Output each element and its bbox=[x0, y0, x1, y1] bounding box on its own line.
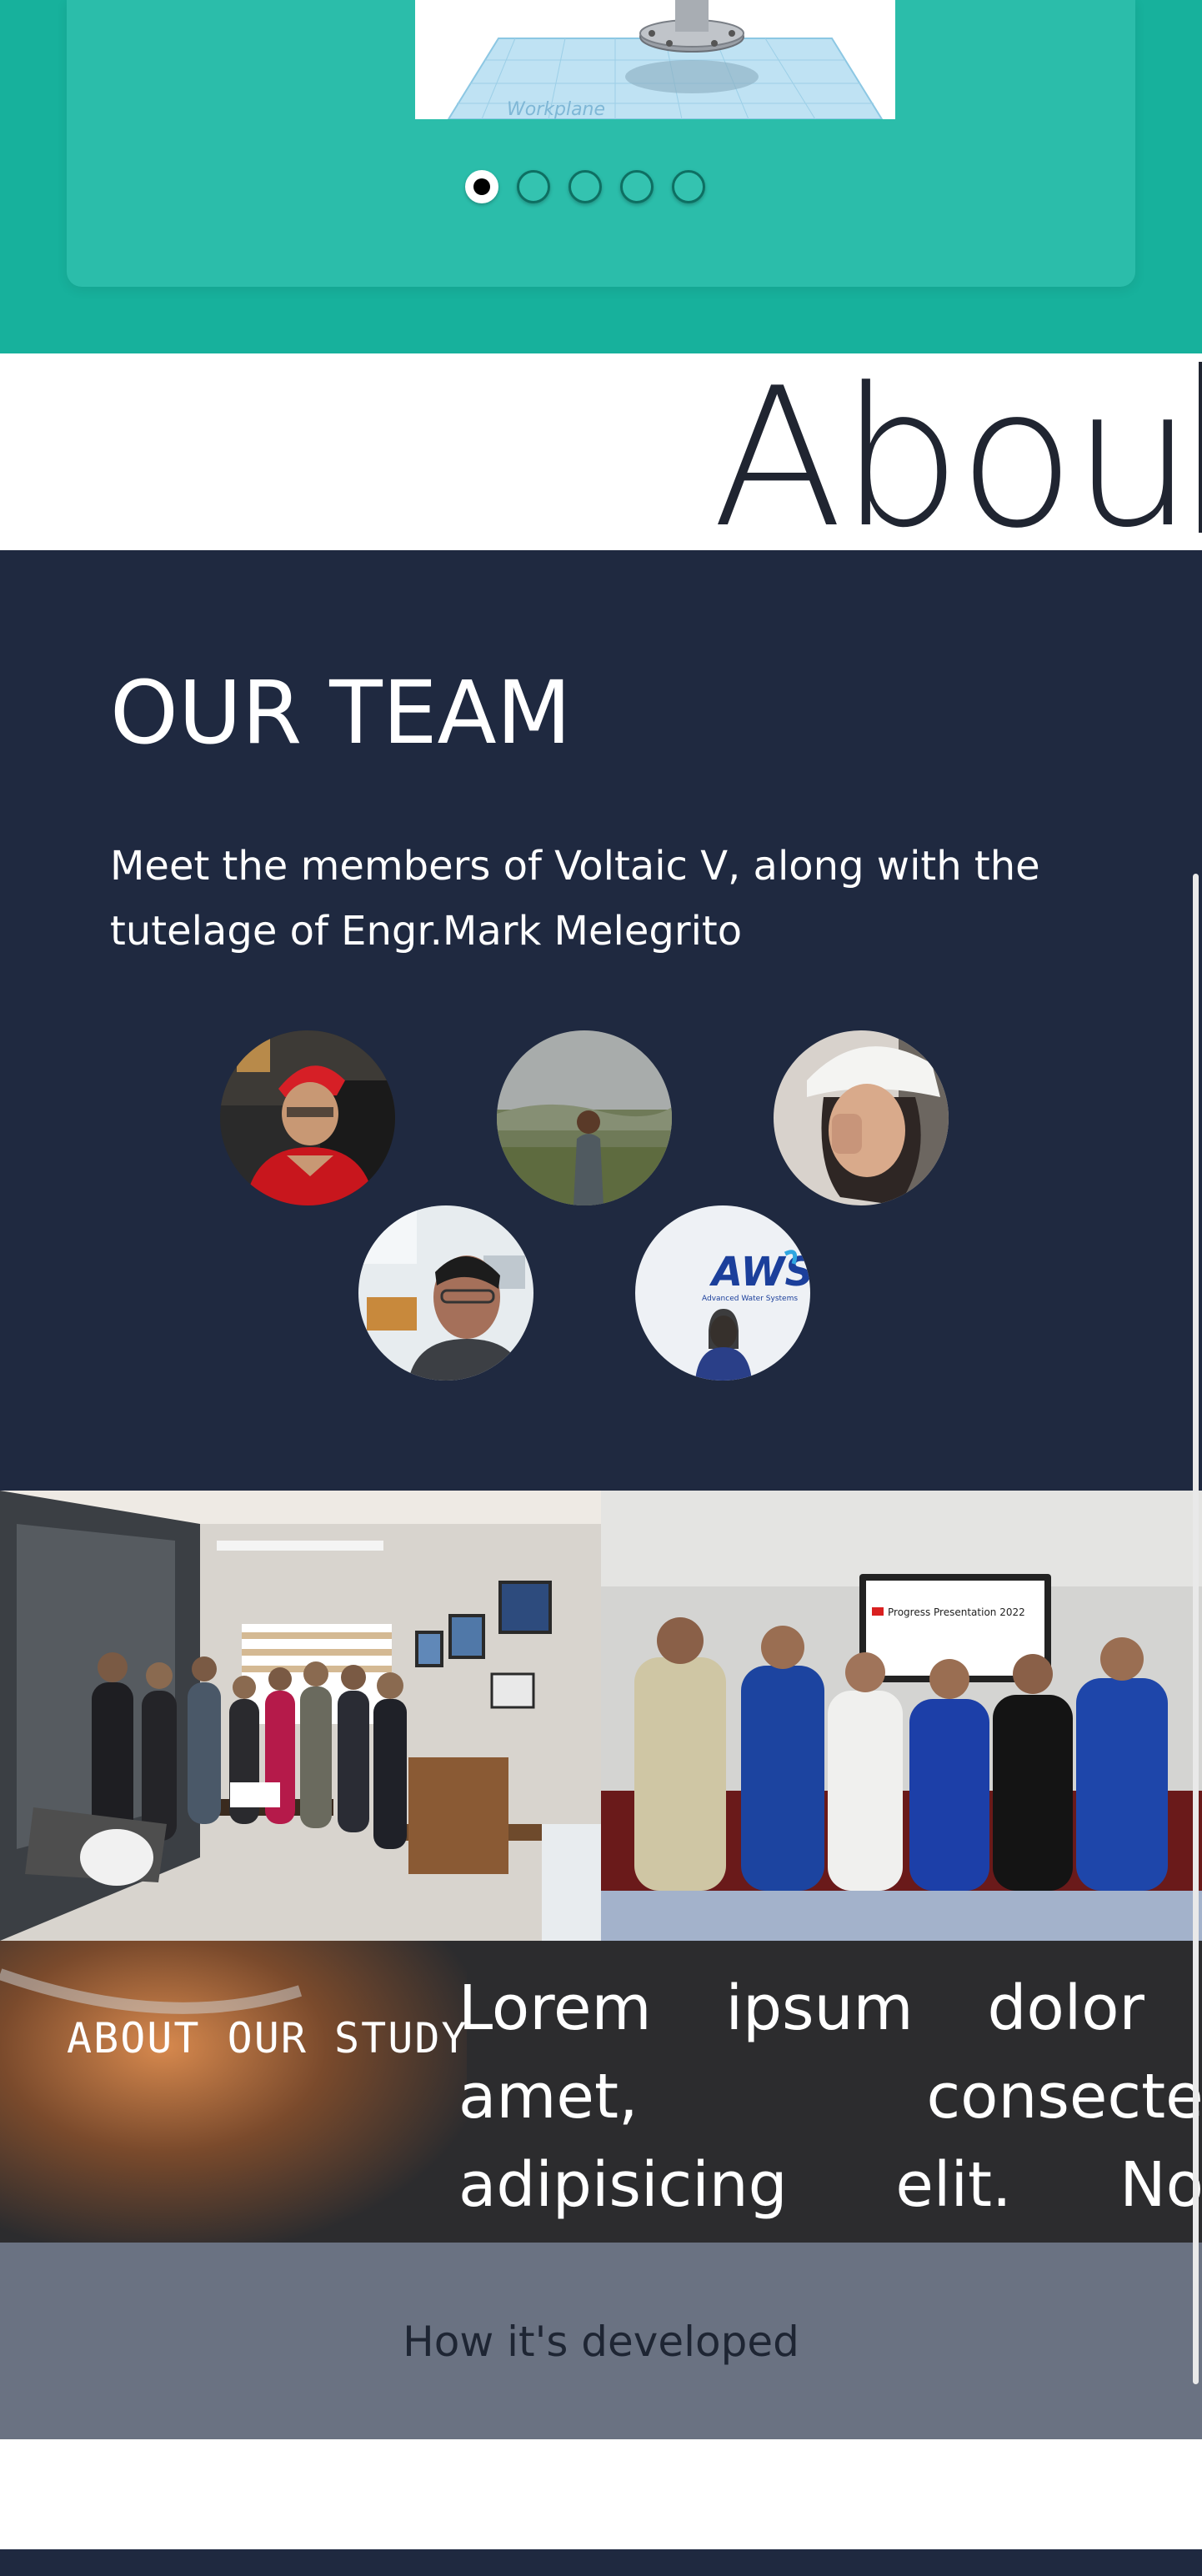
about-heading: Abou bbox=[712, 362, 1202, 550]
member-photo-5: AWS Advanced Water Systems bbox=[635, 1205, 810, 1381]
carousel-dot-4[interactable] bbox=[620, 170, 654, 203]
group-photo-presentation: Progress Presentation 2022 bbox=[601, 1491, 1202, 1891]
team-member-avatar-4[interactable] bbox=[358, 1205, 533, 1381]
study-background-image bbox=[0, 1941, 467, 2243]
carousel-dot-2[interactable] bbox=[517, 170, 550, 203]
team-title: OUR TEAM bbox=[110, 662, 572, 764]
typing-caret bbox=[1199, 362, 1202, 533]
svg-text:Workplane: Workplane bbox=[507, 99, 605, 119]
team-member-avatar-3[interactable] bbox=[774, 1030, 949, 1205]
study-text: Lorem ipsum dolor sit amet, consectetur … bbox=[458, 1972, 1202, 2243]
developed-label: How it's developed bbox=[403, 2318, 799, 2366]
carousel-dot-5[interactable] bbox=[672, 170, 705, 203]
carousel-slide-image[interactable]: Workplane bbox=[415, 0, 895, 119]
about-heading-section: Abou bbox=[0, 353, 1202, 550]
carousel-card: Workplane bbox=[67, 0, 1135, 287]
member-photo-4 bbox=[358, 1205, 533, 1381]
carousel-dot-3[interactable] bbox=[568, 170, 602, 203]
member-photo-1 bbox=[220, 1030, 395, 1205]
carousel-dot-1[interactable] bbox=[465, 170, 498, 203]
team-member-avatar-1[interactable] bbox=[220, 1030, 395, 1205]
developed-section: How it's developed bbox=[0, 2243, 1202, 2439]
svg-text:Progress Presentation 2022: Progress Presentation 2022 bbox=[888, 1606, 1025, 1618]
member-photo-3 bbox=[774, 1030, 949, 1205]
image-carousel-section: Workplane bbox=[0, 0, 1202, 353]
carousel-dots bbox=[465, 170, 705, 203]
scrollbar[interactable] bbox=[1193, 874, 1199, 2384]
svg-text:Advanced Water Systems: Advanced Water Systems bbox=[702, 1295, 798, 1303]
footer-strip bbox=[0, 2549, 1202, 2576]
study-title: ABOUT OUR STUDY bbox=[67, 2014, 468, 2062]
team-section: OUR TEAM Meet the members of Voltaic V, … bbox=[0, 550, 1202, 1491]
presentation-photo-image: Progress Presentation 2022 bbox=[601, 1491, 1202, 1891]
group-photo-office bbox=[0, 1491, 601, 1941]
workplane-model-image: Workplane bbox=[447, 0, 884, 119]
team-member-avatar-5[interactable]: AWS Advanced Water Systems bbox=[635, 1205, 810, 1381]
team-member-avatar-2[interactable] bbox=[497, 1030, 672, 1205]
about-study-section: ABOUT OUR STUDY Lorem ipsum dolor sit am… bbox=[0, 1941, 1202, 2243]
team-description: Meet the members of Voltaic V, along wit… bbox=[110, 843, 1040, 955]
office-photo-image bbox=[0, 1491, 601, 1941]
photo-filler bbox=[601, 1891, 1202, 1941]
member-photo-2 bbox=[497, 1030, 672, 1205]
